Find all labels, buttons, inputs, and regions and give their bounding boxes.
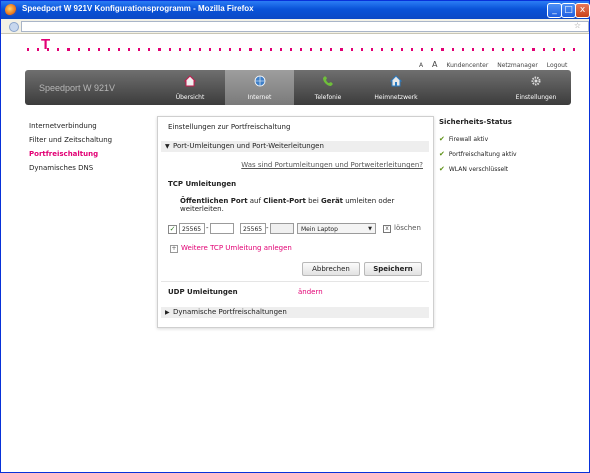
client-port-to-input[interactable] [270,223,294,234]
desc-device: Gerät [321,197,344,205]
nav-label: Heimnetzwerk [374,94,418,101]
gear-icon [531,76,541,86]
status-item-wlan: ✔ WLAN verschlüsselt [439,162,517,177]
rule-enabled-checkbox[interactable]: ✓ [168,225,177,234]
divider [161,281,429,282]
check-icon: ✔ [439,165,445,173]
nav-label: Übersicht [175,94,205,101]
section-title: Port-Umleitungen und Port-Weiterleitunge… [173,142,324,150]
bookmark-star-icon[interactable]: ☆ [574,21,581,30]
delete-label: löschen [394,224,421,232]
public-port-from-input[interactable]: 25565 [179,223,205,234]
check-icon: ✔ [439,150,445,158]
expand-arrow-icon: ▶ [165,309,170,316]
desc-text: auf [247,197,264,205]
netzmanager-link[interactable]: Netzmanager [497,62,538,69]
window-title: Speedport W 921V Konfigurationsprogramm … [22,4,254,13]
save-button[interactable]: Speichern [364,262,422,276]
nav-label: Einstellungen [515,94,557,101]
kundencenter-link[interactable]: Kundencenter [446,62,488,69]
nav-label: Telefonie [314,94,342,101]
status-label: WLAN verschlüsselt [448,166,509,173]
close-button[interactable]: x [575,3,590,18]
delete-rule-button[interactable]: x löschen [383,223,421,234]
section-dynamic-ports[interactable]: ▶ Dynamische Portfreischaltungen [161,307,429,318]
tcp-section-title: TCP Umleitungen [168,180,237,188]
nav-internet[interactable]: Internet [225,70,294,105]
firefox-icon [5,4,17,16]
status-item-portfreischaltung: ✔ Portfreischaltung aktiv [439,147,517,162]
help-link[interactable]: Was sind Portumleitungen und Portweiterl… [241,161,423,169]
sidebar-item-portfreischaltung[interactable]: Portfreischaltung [29,147,112,161]
nav-uebersicht[interactable]: Übersicht [157,70,223,105]
maximize-button[interactable]: □ [561,3,576,18]
panel-heading: Einstellungen zur Portfreischaltung [168,123,291,131]
brand-dotted-line [27,48,576,52]
tcp-rule-row: ✓ 25565 - 25565 - Mein Laptop ▼ x löschen [168,223,430,237]
sidebar-item-dns[interactable]: Dynamisches DNS [29,161,112,175]
udp-change-link[interactable]: ändern [298,288,323,296]
public-port-to-input[interactable] [210,223,234,234]
main-navigation: Speedport W 921V Übersicht Internet Tele… [25,70,571,105]
phone-icon [323,76,333,86]
section-port-forwarding[interactable]: ▼ Port-Umleitungen und Port-Weiterleitun… [161,141,429,152]
nav-heimnetzwerk[interactable]: Heimnetzwerk [361,70,431,105]
client-port-from-input[interactable]: 25565 [240,223,266,234]
minimize-button[interactable]: _ [547,3,562,18]
status-label: Firewall aktiv [448,136,489,143]
delete-icon: x [383,225,391,233]
browser-window: Speedport W 921V Konfigurationsprogramm … [0,0,590,473]
page-content: T A A Kundencenter Netzmanager Logout Sp… [1,34,589,472]
cancel-button[interactable]: Abbrechen [302,262,360,276]
globe-icon [254,75,265,87]
port-separator: - [206,224,209,232]
port-settings-panel: Einstellungen zur Portfreischaltung ▼ Po… [157,116,434,328]
desc-text: bei [305,197,321,205]
house-icon [184,75,196,87]
device-select-value: Mein Laptop [301,226,338,233]
device-name: Speedport W 921V [39,83,116,93]
logout-link[interactable]: Logout [547,62,568,69]
desc-client-port: Client-Port [263,197,306,205]
font-small-button[interactable]: A [419,62,423,69]
status-label: Portfreischaltung aktiv [448,151,517,158]
chevron-down-icon: ▼ [368,226,372,232]
nav-label: Internet [247,94,272,101]
add-more-label: Weitere TCP Umleitung anlegen [181,244,292,252]
plus-icon: + [170,245,178,253]
status-item-firewall: ✔ Firewall aktiv [439,132,517,147]
udp-section-title: UDP Umleitungen [168,288,238,296]
port-separator: - [266,224,269,232]
url-bar[interactable] [21,21,589,32]
back-icon[interactable] [9,22,19,32]
sidebar-item-filter[interactable]: Filter und Zeitschaltung [29,133,112,147]
sidebar-item-internetverbindung[interactable]: Internetverbindung [29,119,112,133]
top-links: A A Kundencenter Netzmanager Logout [419,60,574,69]
sidebar: Internetverbindung Filter und Zeitschalt… [29,119,112,175]
status-title: Sicherheits-Status [439,118,512,126]
collapse-arrow-icon: ▼ [165,143,170,150]
desc-public-port: Öffentlichen Port [180,197,248,205]
device-select[interactable]: Mein Laptop ▼ [297,223,376,234]
section-title: Dynamische Portfreischaltungen [173,308,287,316]
nav-telefonie[interactable]: Telefonie [295,70,361,105]
network-house-icon [390,75,402,87]
title-bar: Speedport W 921V Konfigurationsprogramm … [1,1,590,19]
font-large-button[interactable]: A [432,60,437,69]
browser-navbar: ☆ [1,19,589,34]
add-tcp-rule-link[interactable]: + Weitere TCP Umleitung anlegen [170,244,292,253]
security-status: Sicherheits-Status ✔ Firewall aktiv ✔ Port… [439,118,517,177]
nav-einstellungen[interactable]: Einstellungen [503,70,569,105]
tcp-description: Öffentlichen Port auf Client-Port bei Ge… [180,197,433,213]
check-icon: ✔ [439,135,445,143]
